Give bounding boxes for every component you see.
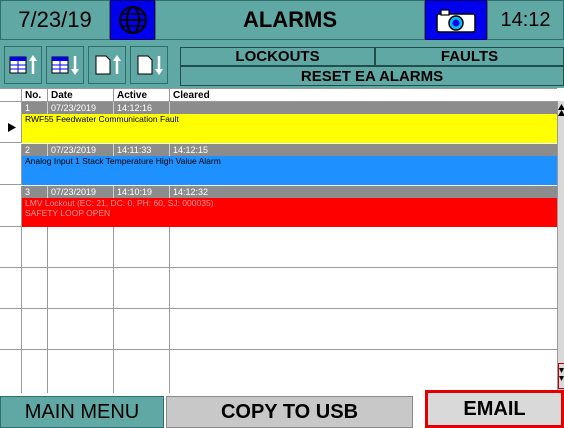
alarm-active-time: 14:10:19 bbox=[114, 186, 170, 198]
sort-date-ascending-button[interactable] bbox=[4, 46, 42, 84]
scroll-down-button[interactable] bbox=[558, 363, 564, 389]
alarm-active-time: 14:11:33 bbox=[114, 144, 170, 156]
globe-icon bbox=[118, 6, 147, 34]
grid-line bbox=[0, 227, 557, 268]
alarm-date: 07/23/2019 bbox=[48, 102, 114, 114]
table-sort-down-icon bbox=[51, 56, 79, 75]
alarm-number: 3 bbox=[22, 186, 48, 198]
camera-button[interactable] bbox=[425, 0, 487, 40]
alarm-message-box: Analog Input 1 Stack Temperature High Va… bbox=[22, 156, 557, 185]
col-header-cleared: Cleared bbox=[170, 89, 557, 102]
selector-cell bbox=[0, 186, 22, 227]
globe-button[interactable] bbox=[110, 0, 155, 40]
alarm-date: 07/23/2019 bbox=[48, 144, 114, 156]
grid-line bbox=[0, 268, 557, 309]
alarm-table: No. Date Active Cleared 1 07/23/2019 14:… bbox=[0, 88, 557, 393]
page-down-icon bbox=[137, 55, 163, 75]
main-menu-button[interactable]: MAIN MENU bbox=[0, 396, 164, 428]
alarm-message: LMV Lockout (EC: 21, DC: 0, PH: 60, SJ: … bbox=[25, 198, 214, 208]
selector-cell bbox=[0, 144, 22, 185]
tab-faults[interactable]: FAULTS bbox=[375, 47, 564, 66]
col-selector-header bbox=[0, 89, 22, 102]
empty-rows bbox=[0, 227, 557, 393]
table-scrollbar[interactable] bbox=[557, 101, 564, 392]
col-header-date: Date bbox=[48, 89, 114, 102]
alarm-cleared-time bbox=[170, 102, 557, 114]
alarm-message-line2: SAFETY LOOP OPEN bbox=[25, 208, 111, 218]
alarm-cleared-time: 14:12:32 bbox=[170, 186, 557, 198]
page-up-button[interactable] bbox=[88, 46, 126, 84]
page-up-icon bbox=[95, 55, 121, 75]
selector-cell bbox=[0, 102, 22, 143]
alarm-message-box: RWF55 Feedwater Communication Fault bbox=[22, 114, 557, 143]
reset-ea-alarms-button[interactable]: RESET EA ALARMS bbox=[180, 66, 564, 86]
alarm-message-box: LMV Lockout (EC: 21, DC: 0, PH: 60, SJ: … bbox=[22, 198, 557, 227]
table-sort-up-icon bbox=[9, 55, 37, 74]
time-display: 14:12 bbox=[487, 0, 564, 40]
alarm-number: 2 bbox=[22, 144, 48, 156]
sort-date-descending-button[interactable] bbox=[46, 46, 84, 84]
col-header-active: Active bbox=[114, 89, 170, 102]
alarm-date: 07/23/2019 bbox=[48, 186, 114, 198]
col-header-no: No. bbox=[22, 89, 48, 102]
scroll-down-arrow-icon bbox=[559, 368, 564, 381]
grid-line bbox=[0, 309, 557, 350]
date-display: 7/23/19 bbox=[0, 0, 110, 40]
alarm-number: 1 bbox=[22, 102, 48, 114]
scroll-up-arrow-icon[interactable] bbox=[558, 103, 564, 116]
alarm-row-3[interactable]: 3 07/23/2019 14:10:19 14:12:32 LMV Locko… bbox=[0, 186, 557, 227]
tab-lockouts[interactable]: LOCKOUTS bbox=[180, 47, 375, 66]
camera-icon bbox=[436, 9, 476, 33]
alarm-row-1[interactable]: 1 07/23/2019 14:12:16 RWF55 Feedwater Co… bbox=[0, 102, 557, 143]
selected-row-arrow-icon bbox=[8, 123, 16, 132]
alarm-message: RWF55 Feedwater Communication Fault bbox=[25, 114, 179, 124]
copy-to-usb-button[interactable]: COPY TO USB bbox=[166, 396, 413, 428]
alarm-cleared-time: 14:12:15 bbox=[170, 144, 557, 156]
alarm-message: Analog Input 1 Stack Temperature High Va… bbox=[25, 156, 221, 166]
page-title: ALARMS bbox=[155, 0, 425, 40]
email-button[interactable]: EMAIL bbox=[425, 390, 564, 428]
alarm-active-time: 14:12:16 bbox=[114, 102, 170, 114]
alarm-row-2[interactable]: 2 07/23/2019 14:11:33 14:12:15 Analog In… bbox=[0, 144, 557, 185]
page-down-button[interactable] bbox=[130, 46, 168, 84]
